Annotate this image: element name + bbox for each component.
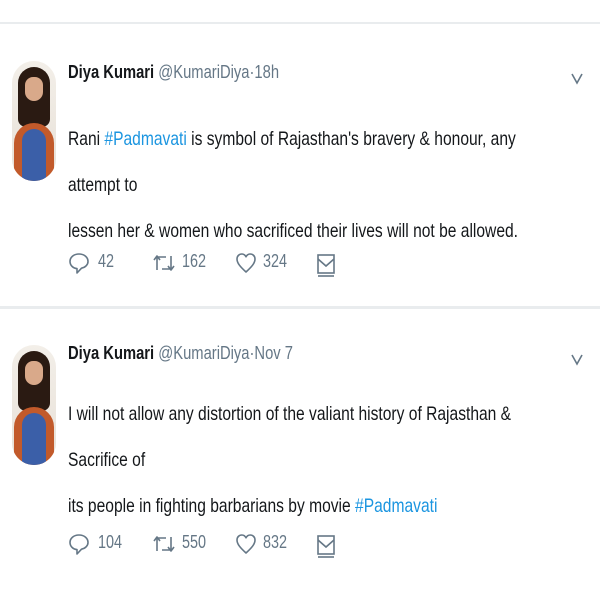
tweet-text-line: Rani #Padmavati is symbol of Rajasthan's… — [68, 116, 572, 208]
hashtag-link[interactable]: #Padmavati — [355, 495, 437, 517]
reply-count: 42 — [98, 251, 115, 271]
tweet-text-line: its people in fighting barbarians by mov… — [68, 483, 572, 529]
avatar-body-detail — [22, 129, 46, 181]
tweet-timestamp[interactable]: Nov 7 — [254, 343, 293, 363]
hashtag-link[interactable]: #Padmavati — [104, 128, 186, 150]
author-name[interactable]: Diya Kumari — [68, 62, 154, 82]
like-count: 324 — [263, 251, 288, 271]
tweet-actions: 104 550 832 — [68, 530, 368, 558]
retweet-count: 550 — [182, 532, 207, 552]
tweet-text-line: I will not allow any distortion of the v… — [68, 403, 512, 471]
chevron-down-icon[interactable] — [570, 68, 584, 88]
author-handle[interactable]: @KumariDiya — [158, 62, 249, 82]
top-margin — [0, 0, 600, 22]
avatar-face — [25, 361, 43, 385]
author-name[interactable]: Diya Kumari — [68, 343, 154, 363]
text-segment: Rani — [68, 128, 105, 150]
avatar-body-detail — [22, 413, 46, 465]
retweet-count: 162 — [182, 251, 207, 271]
avatar[interactable] — [12, 61, 56, 181]
tweet-header: Diya Kumari @KumariDiya·Nov 7 — [68, 343, 293, 364]
reply-count: 104 — [98, 532, 123, 552]
chevron-down-icon[interactable] — [570, 349, 584, 369]
author-handle[interactable]: @KumariDiya — [158, 343, 249, 363]
tweet-timestamp[interactable]: 18h — [254, 62, 279, 82]
avatar-face — [25, 77, 43, 101]
tweet-actions: 42 162 324 — [68, 249, 368, 277]
text-segment: its people in fighting barbarians by mov… — [68, 495, 356, 517]
tweet-header: Diya Kumari @KumariDiya·18h — [68, 62, 279, 83]
tweet-text: Rani #Padmavati is symbol of Rajasthan's… — [68, 116, 572, 254]
tweet-card[interactable]: Diya Kumari @KumariDiya·Nov 7 I will not… — [0, 309, 600, 600]
tweet-text: I will not allow any distortion of the v… — [68, 391, 572, 529]
tweet-card[interactable]: Diya Kumari @KumariDiya·18h Rani #Padmav… — [0, 24, 600, 306]
avatar[interactable] — [12, 345, 56, 465]
tweet-text-line: lessen her & women who sacrificed their … — [68, 220, 519, 242]
like-count: 832 — [263, 532, 288, 552]
